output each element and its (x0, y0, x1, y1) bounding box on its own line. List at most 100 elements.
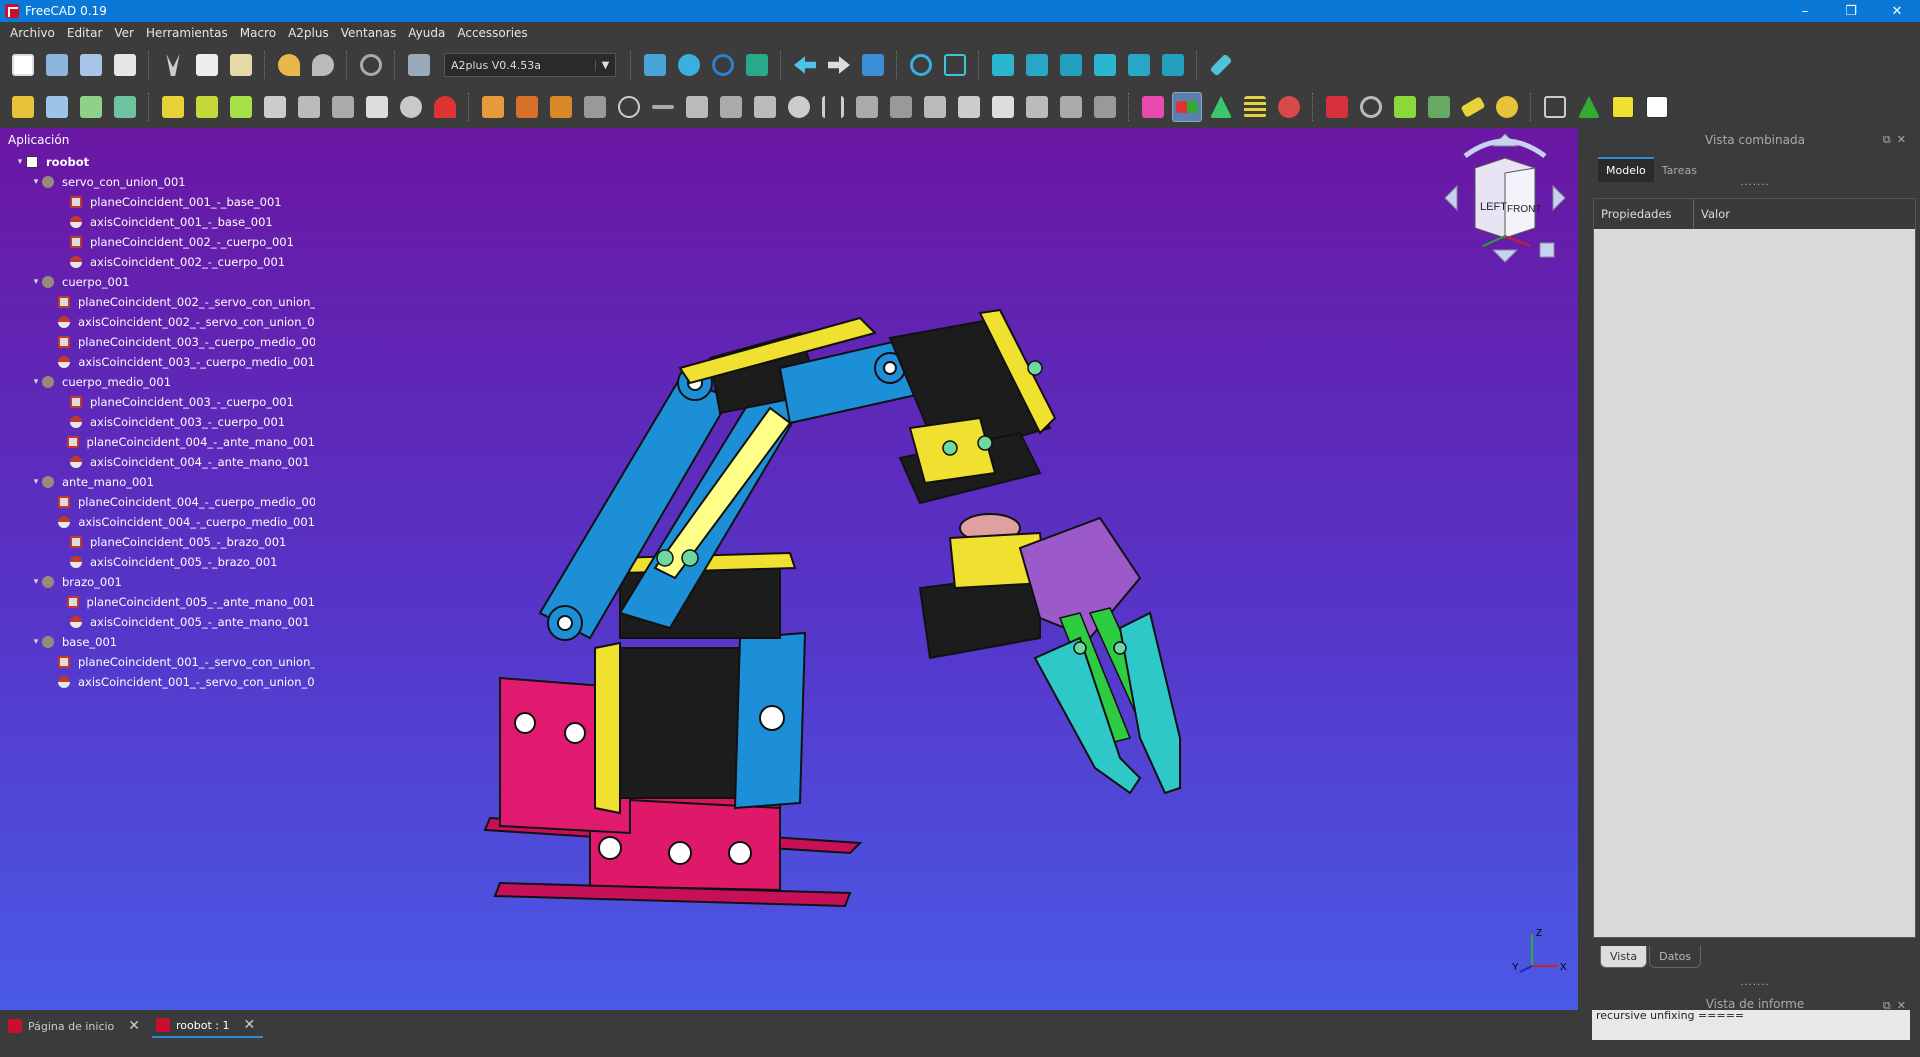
menu-archivo[interactable]: Archivo (4, 26, 61, 40)
delete-constraints-icon[interactable] (260, 92, 290, 122)
hide-constraints-icon[interactable] (328, 92, 358, 122)
zoom-icon[interactable] (906, 50, 936, 80)
back-arrow-icon[interactable] (790, 50, 820, 80)
left-view-icon[interactable] (1158, 50, 1188, 80)
chevron-down-icon[interactable]: ▾ (30, 277, 42, 287)
tree-item-constraint[interactable]: planeCoincident_004_-_ante_mano_001 (0, 432, 315, 452)
menu-a2plus[interactable]: A2plus (282, 26, 335, 40)
fit-selection-icon[interactable] (674, 50, 704, 80)
plane-coincident-icon[interactable] (852, 92, 882, 122)
menu-macro[interactable]: Macro (234, 26, 282, 40)
constraint-viewer-icon[interactable] (1274, 92, 1304, 122)
splitter-handle[interactable]: ······· (1590, 181, 1920, 194)
splitter-handle[interactable]: ······· (1590, 981, 1920, 994)
tree-item-document[interactable]: ▾ roobot (0, 152, 315, 172)
parts-list-icon[interactable] (1642, 92, 1672, 122)
save-icon[interactable] (76, 50, 106, 80)
angled-planes-icon[interactable] (886, 92, 916, 122)
convert-part-icon[interactable] (226, 92, 256, 122)
remove-conflict-icon[interactable] (1424, 92, 1454, 122)
tree-item-constraint[interactable]: axisCoincident_004_-_ante_mano_001 (0, 452, 315, 472)
axis-plane-parallel-icon[interactable] (716, 92, 746, 122)
flip-direction-icon[interactable] (1138, 92, 1168, 122)
report-output[interactable]: recursive unfixing ===== (1592, 1010, 1910, 1040)
tree-item-constraint[interactable]: axisCoincident_002_-_servo_con_union_00 (0, 312, 315, 332)
menu-ver[interactable]: Ver (108, 26, 140, 40)
tree-item-constraint[interactable]: axisCoincident_002_-_cuerpo_001 (0, 252, 315, 272)
undo-icon[interactable] (274, 50, 304, 80)
chevron-down-icon[interactable]: ▾ (30, 177, 42, 187)
edit-part-icon[interactable] (110, 92, 140, 122)
minimize-button[interactable]: – (1782, 0, 1828, 22)
menu-herramientas[interactable]: Herramientas (140, 26, 234, 40)
autosolve-toggle-icon[interactable] (1172, 92, 1202, 122)
tree-item-constraint[interactable]: axisCoincident_001_-_base_001 (0, 212, 315, 232)
menu-accessories[interactable]: Accessories (451, 26, 533, 40)
circular-edge-icon[interactable] (614, 92, 644, 122)
chevron-down-icon[interactable]: ▾ (30, 377, 42, 387)
search-constraint-icon[interactable] (1390, 92, 1420, 122)
tree-item-part[interactable]: ▾ ante_mano_001 (0, 472, 315, 492)
chevron-down-icon[interactable]: ▾ (30, 577, 42, 587)
list-icon[interactable] (1240, 92, 1270, 122)
navigation-cube[interactable]: LEFT FRONT (1435, 128, 1575, 268)
debug-icon[interactable] (1322, 92, 1352, 122)
tree-item-constraint[interactable]: planeCoincident_004_-_cuerpo_medio_001 (0, 492, 315, 512)
sphere-constraint-icon[interactable] (954, 92, 984, 122)
tab-datos[interactable]: Datos (1649, 946, 1702, 968)
chevron-down-icon[interactable]: ▾ (14, 157, 26, 167)
bounding-box-icon[interactable] (742, 50, 772, 80)
symmetry-icon[interactable] (988, 92, 1018, 122)
constraint-misc-icon[interactable] (1090, 92, 1120, 122)
sphere-center-icon[interactable] (580, 92, 610, 122)
search-icon[interactable] (1356, 92, 1386, 122)
tree-item-part[interactable]: ▾ cuerpo_001 (0, 272, 315, 292)
tree-item-constraint[interactable]: axisCoincident_001_-_servo_con_union_00 (0, 672, 315, 692)
tree-item-constraint[interactable]: planeCoincident_005_-_ante_mano_001 (0, 592, 315, 612)
menu-ayuda[interactable]: Ayuda (402, 26, 451, 40)
tree-item-constraint[interactable]: planeCoincident_005_-_brazo_001 (0, 532, 315, 552)
partial-solve-icon[interactable] (430, 92, 460, 122)
add-constraint-icon[interactable] (1574, 92, 1604, 122)
chevron-down-icon[interactable]: ▾ (30, 637, 42, 647)
bottom-view-icon[interactable] (1124, 50, 1154, 80)
move-part-icon[interactable] (158, 92, 188, 122)
tree-item-part[interactable]: ▾ cuerpo_medio_001 (0, 372, 315, 392)
tree-item-constraint[interactable]: planeCoincident_003_-_cuerpo_medio_001 (0, 332, 315, 352)
tree-item-constraint[interactable]: axisCoincident_005_-_ante_mano_001 (0, 612, 315, 632)
front-view-icon[interactable] (988, 50, 1018, 80)
tab-tareas[interactable]: Tareas (1654, 159, 1705, 182)
panel-splitter[interactable] (1578, 128, 1590, 1010)
open-icon[interactable] (42, 50, 72, 80)
tree-item-constraint[interactable]: planeCoincident_002_-_cuerpo_001 (0, 232, 315, 252)
chevron-down-icon[interactable]: ▾ (30, 477, 42, 487)
open-folder-icon[interactable] (42, 92, 72, 122)
tree-item-constraint[interactable]: axisCoincident_003_-_cuerpo_001 (0, 412, 315, 432)
right-view-icon[interactable] (1056, 50, 1086, 80)
workbench-selector[interactable]: A2plus V0.4.53a ▼ (444, 53, 616, 77)
tree-item-constraint[interactable]: planeCoincident_002_-_servo_con_union_0 (0, 292, 315, 312)
planes-parallel-icon[interactable] (818, 92, 848, 122)
offset-plane-icon[interactable] (1022, 92, 1052, 122)
axis-coincident-icon[interactable] (648, 92, 678, 122)
robot-arm-model[interactable] (480, 218, 1300, 938)
tree-item-constraint[interactable]: planeCoincident_001_-_servo_con_union_0 (0, 652, 315, 672)
cut-icon[interactable] (158, 50, 188, 80)
forward-arrow-icon[interactable] (824, 50, 854, 80)
isometric-view-icon[interactable] (940, 50, 970, 80)
center-of-mass-icon[interactable] (920, 92, 950, 122)
paste-icon[interactable] (226, 50, 256, 80)
maximize-button[interactable]: ❐ (1828, 0, 1874, 22)
tree-item-part[interactable]: ▾ brazo_001 (0, 572, 315, 592)
menu-ventanas[interactable]: Ventanas (335, 26, 403, 40)
close-icon[interactable]: ✕ (244, 1017, 256, 1033)
assembly-tree-icon[interactable] (1540, 92, 1570, 122)
tree-item-part[interactable]: ▾ base_001 (0, 632, 315, 652)
triangle-icon[interactable] (1206, 92, 1236, 122)
close-icon[interactable]: ✕ (128, 1018, 140, 1034)
whats-this-icon[interactable] (404, 50, 434, 80)
axis-parallel-icon[interactable] (682, 92, 712, 122)
rear-view-icon[interactable] (1090, 50, 1120, 80)
axis-plane-normal-icon[interactable] (784, 92, 814, 122)
tree-item-constraint[interactable]: planeCoincident_001_-_base_001 (0, 192, 315, 212)
